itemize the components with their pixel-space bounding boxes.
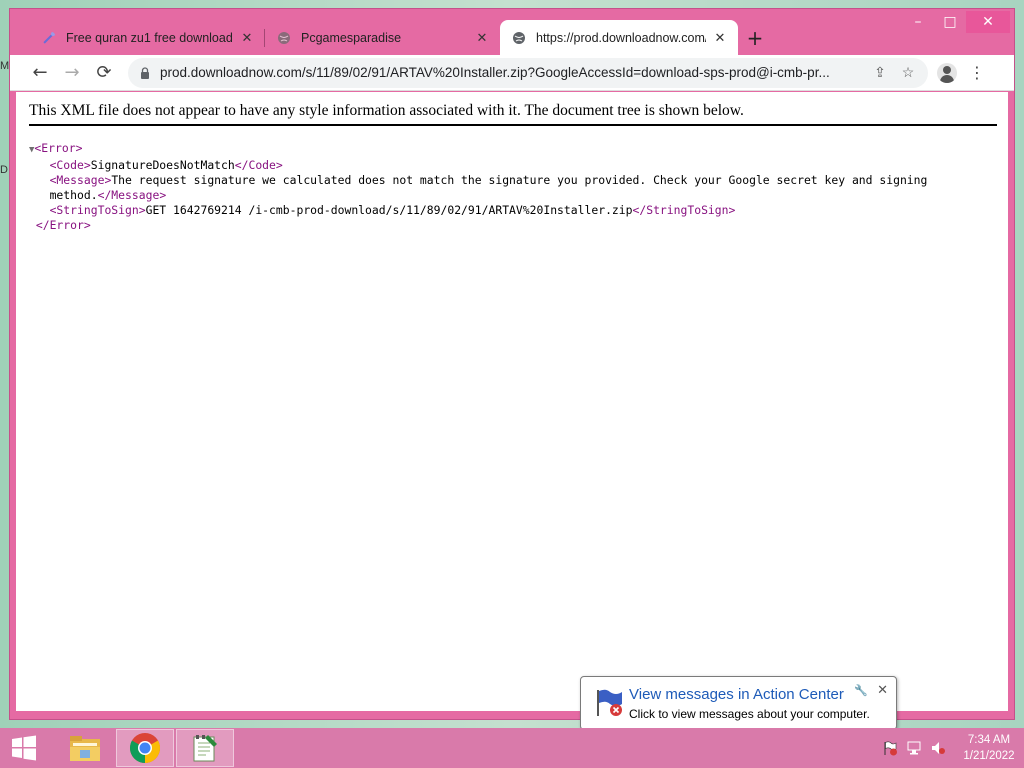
xml-tag: </Message> [97, 188, 167, 202]
close-icon[interactable]: ✕ [712, 30, 728, 46]
xml-text: The request signature we calculated does… [111, 173, 928, 187]
share-icon[interactable]: ⇪ [866, 64, 894, 81]
tab-label: Pcgamesparadise [301, 30, 402, 45]
close-window-button[interactable]: ✕ [966, 11, 1010, 33]
new-tab-button[interactable]: + [738, 20, 772, 55]
reload-button[interactable]: ⟳ [88, 58, 120, 88]
xml-text: method. [49, 188, 98, 202]
taskbar: 7:34 AM 1/21/2022 [0, 728, 1024, 768]
notepad-button[interactable] [176, 729, 234, 767]
avatar-icon [937, 62, 957, 83]
xml-tag: <StringToSign> [49, 203, 146, 217]
bookmark-star-icon[interactable]: ☆ [894, 64, 922, 81]
tab-strip: Free quran zu1 free download Do ✕ Pcgame… [30, 20, 772, 55]
browser-menu-button[interactable]: ⋮ [962, 63, 992, 82]
minimize-button[interactable]: – [902, 11, 934, 33]
browser-toolbar: ← → ⟳ prod.downloadnow.com/s/11/89/02/91… [10, 55, 1014, 91]
file-explorer-icon [70, 736, 100, 761]
system-tray: 7:34 AM 1/21/2022 [878, 728, 1024, 768]
close-icon[interactable]: ✕ [239, 30, 255, 46]
xml-tag: </Error> [35, 218, 91, 232]
page-content: This XML file does not appear to have an… [16, 92, 1008, 711]
title-bar: Free quran zu1 free download Do ✕ Pcgame… [10, 9, 1014, 55]
profile-button[interactable] [932, 58, 962, 88]
xml-tag: <Code> [49, 158, 91, 172]
close-icon[interactable]: ✕ [877, 683, 888, 698]
xml-text: SignatureDoesNotMatch [90, 158, 235, 172]
xml-text: GET 1642769214 /i-cmb-prod-download/s/11… [145, 203, 633, 217]
chrome-icon [129, 733, 161, 763]
forward-button[interactable]: → [56, 58, 88, 88]
xml-tag: </StringToSign> [632, 203, 736, 217]
tab-label: https://prod.downloadnow.com/s [536, 30, 706, 45]
flag-error-icon [597, 689, 622, 716]
tab-free-quran[interactable]: Free quran zu1 free download Do ✕ [30, 20, 265, 55]
address-bar[interactable]: prod.downloadnow.com/s/11/89/02/91/ARTAV… [128, 57, 928, 88]
lock-icon [141, 66, 149, 79]
globe-icon [278, 31, 290, 44]
wrench-icon[interactable]: 🔧 [854, 684, 868, 697]
chrome-button[interactable] [116, 729, 174, 767]
xml-tag: <Error> [34, 141, 83, 155]
notification-title[interactable]: View messages in Action Center [629, 686, 844, 703]
xml-tag: </Code> [234, 158, 283, 172]
wand-icon [43, 31, 55, 44]
desktop-icon-label: M [0, 60, 10, 72]
windows-logo-icon [12, 735, 36, 761]
system-clock[interactable]: 7:34 AM 1/21/2022 [954, 732, 1024, 764]
tab-label: Free quran zu1 free download Do [66, 30, 233, 45]
action-center-notification[interactable]: View messages in Action Center Click to … [580, 676, 897, 730]
file-explorer-button[interactable] [56, 729, 114, 767]
speaker-muted-icon[interactable] [926, 738, 950, 758]
xml-style-notice: This XML file does not appear to have an… [29, 102, 744, 119]
back-button[interactable]: ← [24, 58, 56, 88]
desktop-icon-label: D [0, 164, 8, 176]
start-button[interactable] [0, 728, 48, 768]
network-icon[interactable] [902, 738, 926, 758]
window-controls: – □ ✕ [902, 11, 1010, 33]
tab-downloadnow[interactable]: https://prod.downloadnow.com/s ✕ [500, 20, 738, 55]
action-center-flag-icon[interactable] [878, 738, 902, 758]
xml-tree: ▼<Error> <Code>SignatureDoesNotMatch</Co… [29, 141, 927, 233]
xml-tag: <Message> [49, 173, 112, 187]
tab-pcgamesparadise[interactable]: Pcgamesparadise ✕ [265, 20, 500, 55]
maximize-button[interactable]: □ [934, 11, 966, 33]
clock-time: 7:34 AM [967, 734, 1011, 746]
notepad-icon [193, 735, 217, 762]
url-text: prod.downloadnow.com/s/11/89/02/91/ARTAV… [160, 65, 830, 80]
browser-window: Free quran zu1 free download Do ✕ Pcgame… [9, 8, 1015, 720]
notification-text: Click to view messages about your comput… [629, 707, 870, 721]
clock-date: 1/21/2022 [963, 750, 1015, 762]
close-icon[interactable]: ✕ [474, 30, 490, 46]
globe-icon [513, 31, 525, 44]
divider [29, 124, 997, 126]
